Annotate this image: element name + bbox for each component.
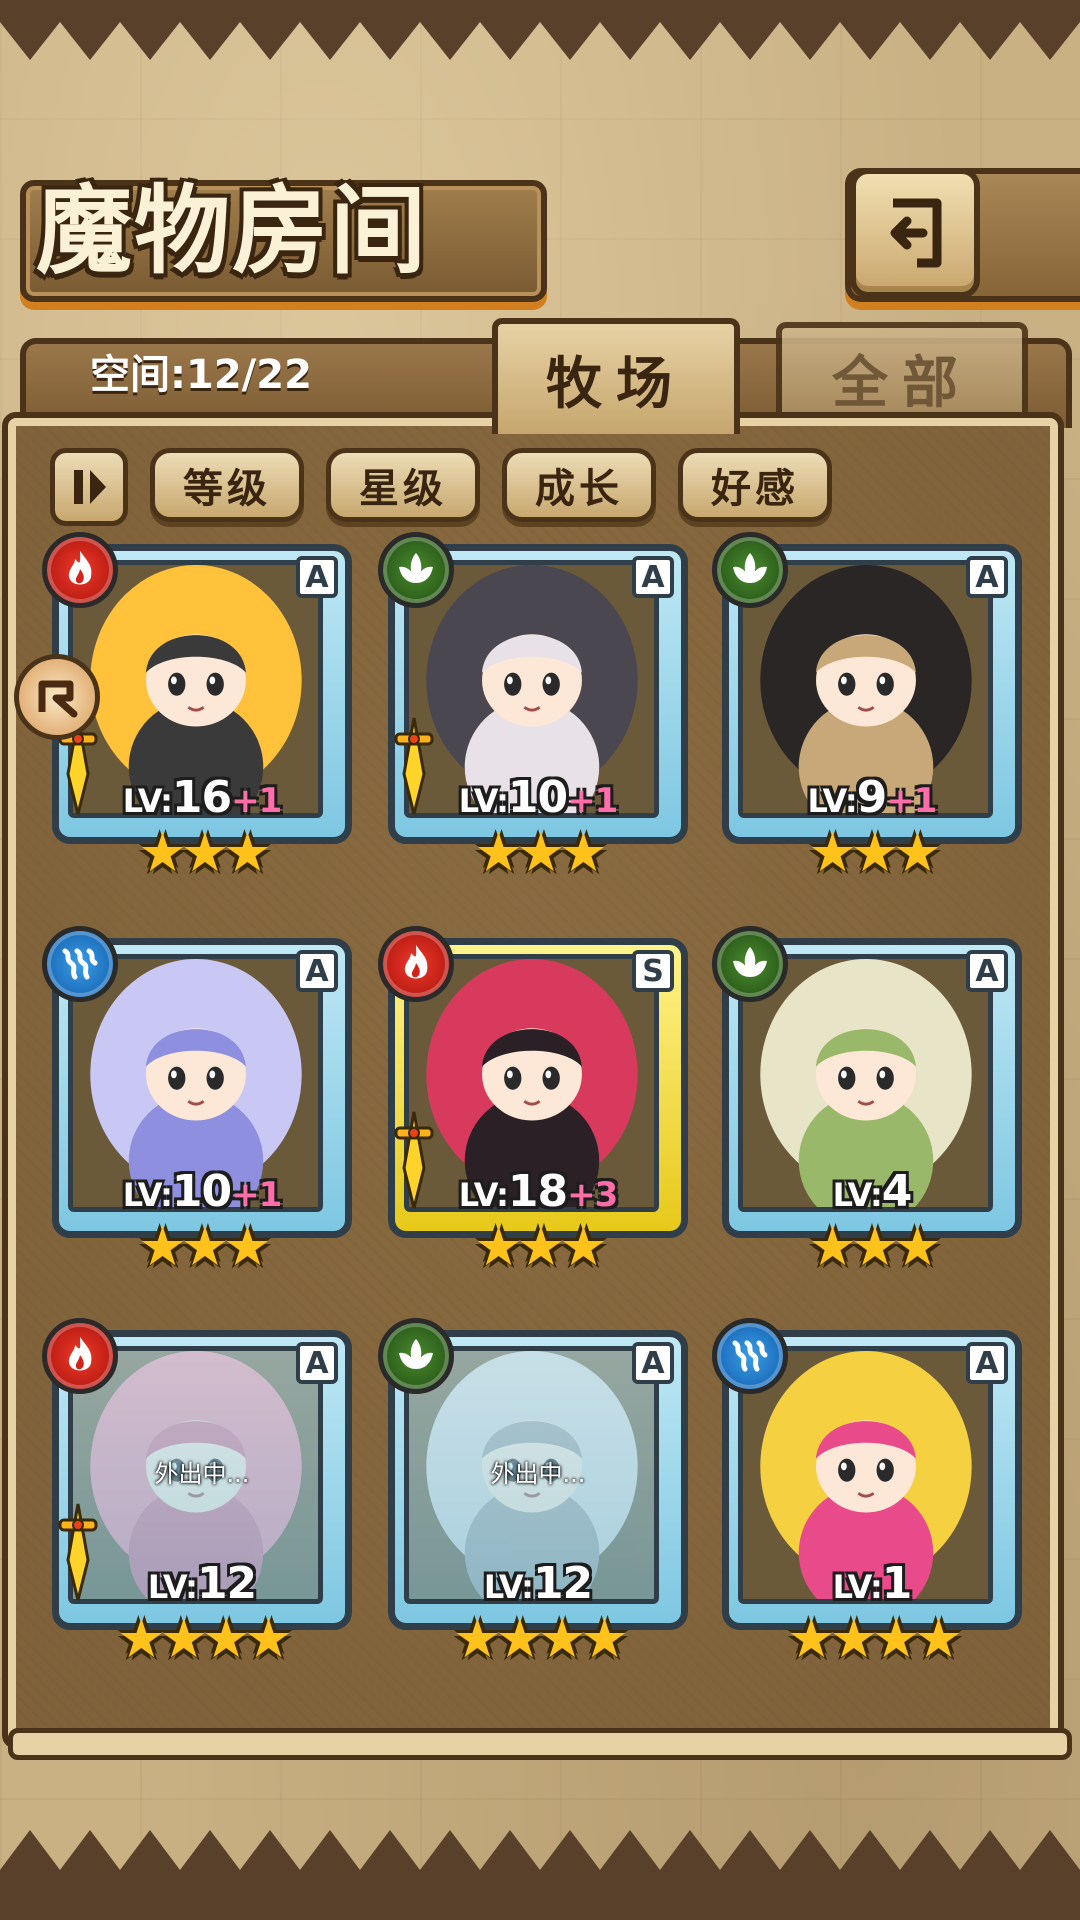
level-value: 9 xyxy=(856,772,888,823)
fire-element-icon xyxy=(378,926,454,1002)
star-rating: ★★★★ xyxy=(453,1607,629,1670)
level-bonus: +1 xyxy=(567,781,618,821)
water-element-icon xyxy=(712,1318,788,1394)
back-button[interactable] xyxy=(850,168,980,298)
rank-badge: A xyxy=(966,1342,1008,1384)
level-prefix: LV: xyxy=(832,1176,883,1214)
level-prefix: LV: xyxy=(147,1568,198,1606)
star-rating: ★★★ xyxy=(138,1215,271,1278)
monster-level: LV:9+1 xyxy=(722,772,1022,823)
level-bonus: +1 xyxy=(231,1175,282,1215)
monster-level: LV:18+3 xyxy=(388,1166,688,1217)
monster-level: LV:4 xyxy=(722,1166,1022,1217)
pause-sort-icon xyxy=(74,470,106,504)
monster-level: LV:1 xyxy=(722,1558,1022,1609)
star-rating: ★★★★ xyxy=(117,1607,293,1670)
level-value: 10 xyxy=(171,1166,232,1217)
fire-element-icon xyxy=(42,1318,118,1394)
grass-element-icon xyxy=(712,532,788,608)
away-status: 外出中... xyxy=(154,1460,250,1488)
rank-badge: A xyxy=(966,950,1008,992)
page-title: 魔物房间 xyxy=(36,174,428,287)
level-prefix: LV: xyxy=(458,1176,509,1214)
monster-level: LV:16+1 xyxy=(52,772,352,823)
level-bonus: +3 xyxy=(567,1175,618,1215)
rank-badge: S xyxy=(632,950,674,992)
star-rating: ★★★ xyxy=(474,821,607,884)
level-prefix: LV: xyxy=(122,1176,173,1214)
monster-level: LV:12 xyxy=(52,1558,352,1609)
side-navigation-badge[interactable] xyxy=(14,654,100,740)
monster-level: LV:10+1 xyxy=(388,772,688,823)
level-value: 18 xyxy=(507,1166,568,1217)
level-value: 4 xyxy=(881,1166,913,1217)
away-status: 外出中... xyxy=(490,1460,586,1488)
sort-button-growth[interactable]: 成长 xyxy=(502,448,656,522)
monster-card[interactable]: A 外出中... LV:12 ★★★★ xyxy=(378,1318,688,1666)
bottom-zigzag-border xyxy=(0,1830,1080,1920)
level-prefix: LV: xyxy=(122,782,173,820)
rank-badge: A xyxy=(296,1342,338,1384)
star-rating: ★★★ xyxy=(138,821,271,884)
monster-level: LV:12 xyxy=(388,1558,688,1609)
level-value: 12 xyxy=(532,1558,593,1609)
level-value: 1 xyxy=(881,1558,913,1609)
tab-pasture[interactable]: 牧场 xyxy=(492,318,740,434)
monster-level: LV:10+1 xyxy=(52,1166,352,1217)
grass-element-icon xyxy=(378,532,454,608)
sort-order-toggle[interactable] xyxy=(50,448,128,526)
level-bonus: +1 xyxy=(886,781,937,821)
rank-badge: A xyxy=(632,556,674,598)
monster-card[interactable]: A LV:10+1 ★★★ xyxy=(378,532,688,880)
sort-button-stars[interactable]: 星级 xyxy=(326,448,480,522)
sort-button-level[interactable]: 等级 xyxy=(150,448,304,522)
monster-card[interactable]: A LV:1 ★★★★ xyxy=(712,1318,1022,1666)
monster-card[interactable]: A LV:4 ★★★ xyxy=(712,926,1022,1274)
level-prefix: LV: xyxy=(832,1568,883,1606)
monster-card[interactable]: A LV:9+1 ★★★ xyxy=(712,532,1022,880)
sort-button-affection[interactable]: 好感 xyxy=(678,448,832,522)
rank-badge: A xyxy=(296,556,338,598)
water-element-icon xyxy=(42,926,118,1002)
return-arrow-icon xyxy=(890,198,942,268)
grass-element-icon xyxy=(378,1318,454,1394)
level-bonus: +1 xyxy=(231,781,282,821)
level-value: 12 xyxy=(196,1558,257,1609)
monster-card[interactable]: A LV:10+1 ★★★ xyxy=(42,926,352,1274)
star-rating: ★★★ xyxy=(474,1215,607,1278)
top-zigzag-border xyxy=(0,0,1080,60)
grass-element-icon xyxy=(712,926,788,1002)
level-value: 16 xyxy=(171,772,232,823)
star-rating: ★★★★ xyxy=(787,1607,963,1670)
arrow-badge-icon xyxy=(38,680,78,718)
rank-badge: A xyxy=(632,1342,674,1384)
monster-card[interactable]: A 外出中... LV:12 ★★★★ xyxy=(42,1318,352,1666)
monster-card[interactable]: S LV:18+3 ★★★ xyxy=(378,926,688,1274)
level-value: 10 xyxy=(507,772,568,823)
star-rating: ★★★ xyxy=(808,1215,941,1278)
level-prefix: LV: xyxy=(458,782,509,820)
rank-badge: A xyxy=(966,556,1008,598)
level-prefix: LV: xyxy=(807,782,858,820)
star-rating: ★★★ xyxy=(808,821,941,884)
space-capacity-label: 空间:12/22 xyxy=(90,352,312,398)
rank-badge: A xyxy=(296,950,338,992)
fire-element-icon xyxy=(42,532,118,608)
level-prefix: LV: xyxy=(483,1568,534,1606)
panel-bottom-rail xyxy=(8,1728,1072,1760)
tab-all[interactable]: 全部 xyxy=(776,322,1028,428)
